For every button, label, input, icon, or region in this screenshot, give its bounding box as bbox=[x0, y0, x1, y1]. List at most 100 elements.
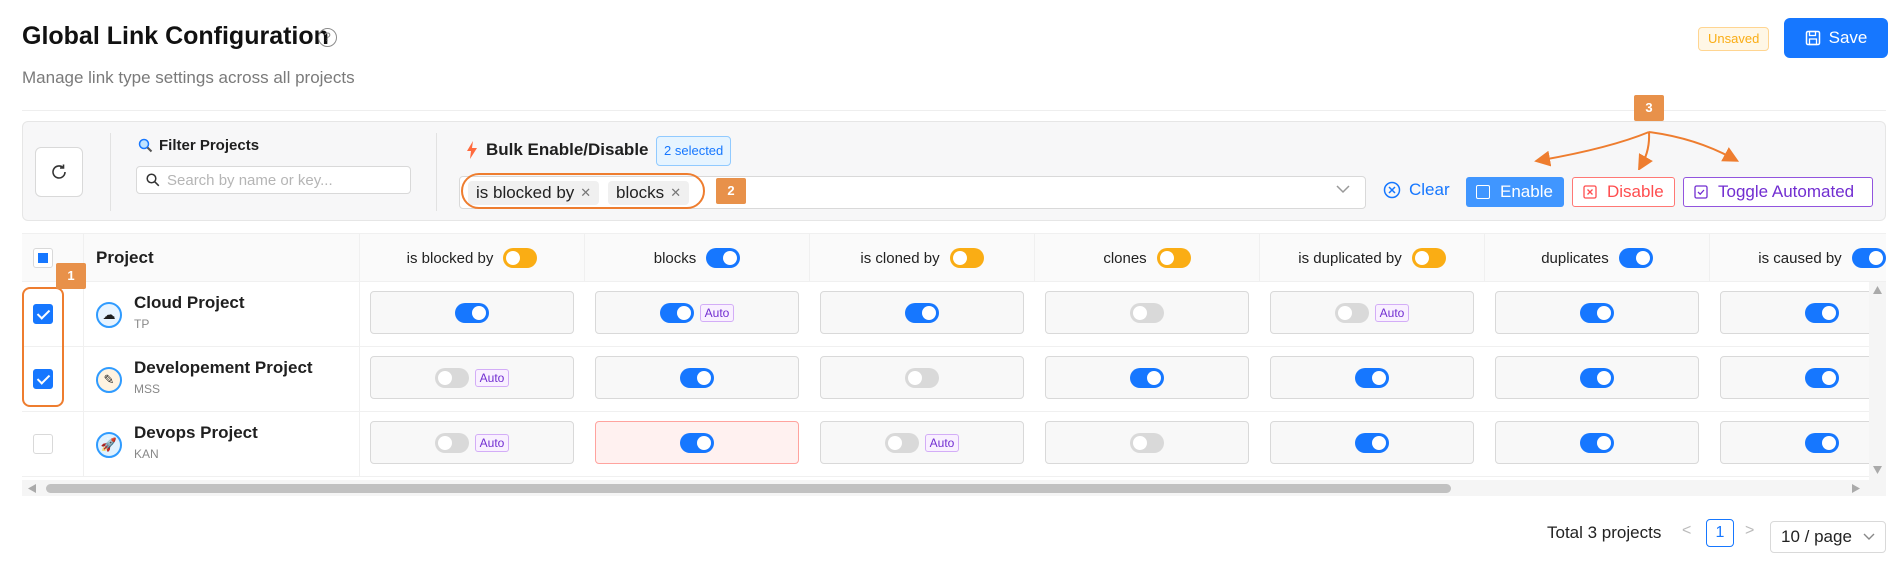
link-toggle-cell bbox=[1720, 291, 1886, 334]
page-size-select[interactable]: 10 / page bbox=[1770, 521, 1886, 553]
link-toggle-cell bbox=[1720, 421, 1886, 464]
link-toggle-cell bbox=[595, 356, 799, 399]
link-toggle-switch[interactable] bbox=[1130, 302, 1164, 323]
save-icon bbox=[1805, 30, 1820, 46]
link-toggle-switch[interactable] bbox=[1130, 367, 1164, 388]
table-row: 🚀 Devops Project KAN Auto Auto bbox=[22, 412, 1886, 477]
link-toggle-cell bbox=[595, 421, 799, 464]
toolbar-divider bbox=[436, 133, 437, 211]
total-count: Total 3 projects bbox=[1547, 523, 1662, 542]
column-header-label: is duplicated by bbox=[1298, 249, 1402, 267]
refresh-button[interactable] bbox=[35, 147, 83, 197]
question-circle-icon[interactable]: ? bbox=[318, 28, 337, 47]
scroll-left-icon[interactable] bbox=[28, 484, 36, 493]
link-toggle-switch[interactable] bbox=[884, 432, 919, 453]
page-subtitle: Manage link type settings across all pro… bbox=[22, 68, 355, 87]
link-toggle-switch[interactable] bbox=[659, 302, 694, 323]
pagination-page-1[interactable]: 1 bbox=[1706, 519, 1734, 547]
save-button[interactable]: Save bbox=[1784, 18, 1888, 58]
auto-badge: Auto bbox=[474, 368, 510, 387]
annotation-marker-3: 3 bbox=[1634, 95, 1664, 121]
project-avatar: ✎ bbox=[96, 367, 122, 393]
link-toggle-switch[interactable] bbox=[1355, 432, 1389, 453]
project-cell: 🚀 Devops Project KAN bbox=[84, 412, 360, 476]
project-name[interactable]: Devops Project bbox=[134, 423, 258, 443]
scroll-right-icon[interactable] bbox=[1852, 484, 1860, 493]
link-toggle-cell bbox=[1270, 421, 1474, 464]
link-toggle-cell bbox=[1045, 356, 1249, 399]
enable-button[interactable]: Enable bbox=[1466, 177, 1564, 207]
link-toggle-cell: Auto bbox=[1270, 291, 1474, 334]
link-toggle-switch[interactable] bbox=[1355, 367, 1389, 388]
search-icon bbox=[138, 138, 153, 153]
column-header-label: duplicates bbox=[1541, 249, 1609, 267]
project-avatar: ☁ bbox=[96, 302, 122, 328]
column-header-label: is cloned by bbox=[860, 249, 940, 267]
selected-count-badge: 2 selected bbox=[656, 136, 732, 166]
project-cell: ☁ Cloud Project TP bbox=[84, 282, 360, 346]
column-header-label: clones bbox=[1103, 249, 1147, 267]
scroll-up-icon[interactable] bbox=[1873, 286, 1882, 294]
link-toggle-switch[interactable] bbox=[1334, 302, 1369, 323]
refresh-icon bbox=[52, 164, 66, 179]
row-checkbox[interactable] bbox=[33, 434, 53, 454]
link-toggle-cell bbox=[1270, 356, 1474, 399]
link-toggle-switch[interactable] bbox=[905, 367, 939, 388]
link-toggle-switch[interactable] bbox=[1805, 302, 1839, 323]
column-toggle-switch[interactable] bbox=[1851, 248, 1886, 268]
column-toggle-switch[interactable] bbox=[1411, 248, 1446, 268]
link-toggle-cell bbox=[1045, 291, 1249, 334]
select-all-checkbox[interactable] bbox=[33, 248, 53, 268]
project-name[interactable]: Developement Project bbox=[134, 358, 313, 378]
lightning-icon bbox=[467, 141, 477, 159]
search-input[interactable] bbox=[167, 171, 397, 189]
link-toggle-switch[interactable] bbox=[1580, 302, 1614, 323]
link-toggle-switch[interactable] bbox=[1805, 367, 1839, 388]
project-key: KAN bbox=[134, 447, 159, 461]
scroll-down-icon[interactable] bbox=[1873, 466, 1882, 474]
link-toggle-cell: Auto bbox=[820, 421, 1024, 464]
vertical-scrollbar[interactable] bbox=[1869, 282, 1886, 480]
link-toggle-switch[interactable] bbox=[434, 367, 469, 388]
link-toggle-switch[interactable] bbox=[1580, 367, 1614, 388]
chevron-down-icon[interactable] bbox=[1336, 184, 1350, 194]
close-square-icon bbox=[1583, 185, 1597, 199]
link-toggle-switch[interactable] bbox=[1805, 432, 1839, 453]
annotation-marker-2: 2 bbox=[716, 178, 746, 204]
link-toggle-switch[interactable] bbox=[905, 302, 939, 323]
link-toggle-switch[interactable] bbox=[434, 432, 469, 453]
column-header: is cloned by bbox=[810, 234, 1035, 282]
column-header-label: is blocked by bbox=[406, 249, 494, 267]
link-toggle-cell bbox=[820, 291, 1024, 334]
project-name[interactable]: Cloud Project bbox=[134, 293, 245, 313]
column-header: is blocked by bbox=[360, 234, 585, 282]
auto-badge: Auto bbox=[924, 433, 960, 452]
project-link-table: Project is blocked by blocks is cloned by c… bbox=[22, 233, 1886, 496]
link-toggle-cell: Auto bbox=[370, 356, 574, 399]
column-toggle-switch[interactable] bbox=[1618, 248, 1653, 268]
link-toggle-switch[interactable] bbox=[1130, 432, 1164, 453]
link-toggle-switch[interactable] bbox=[455, 302, 489, 323]
project-key: TP bbox=[134, 317, 150, 331]
link-toggle-switch[interactable] bbox=[1580, 432, 1614, 453]
column-toggle-switch[interactable] bbox=[949, 248, 984, 268]
clear-button[interactable]: Clear bbox=[1383, 180, 1450, 200]
check-square-icon bbox=[1694, 185, 1708, 199]
column-toggle-switch[interactable] bbox=[706, 248, 741, 268]
column-toggle-switch[interactable] bbox=[1156, 248, 1191, 268]
disable-button[interactable]: Disable bbox=[1572, 177, 1675, 207]
unsaved-badge: Unsaved bbox=[1698, 27, 1770, 51]
horizontal-scroll-thumb[interactable] bbox=[46, 484, 1451, 493]
link-toggle-cell: Auto bbox=[370, 421, 574, 464]
link-toggle-switch[interactable] bbox=[680, 432, 714, 453]
search-input-wrapper[interactable] bbox=[136, 166, 411, 194]
table-header: Project is blocked by blocks is cloned by c… bbox=[22, 234, 1886, 282]
toggle-automated-button[interactable]: Toggle Automated bbox=[1683, 177, 1873, 207]
column-header: is caused by bbox=[1710, 234, 1886, 282]
pagination-next-icon[interactable]: > bbox=[1745, 522, 1754, 540]
project-key: MSS bbox=[134, 382, 161, 396]
pagination-prev-icon[interactable]: < bbox=[1682, 522, 1691, 540]
link-toggle-switch[interactable] bbox=[680, 367, 714, 388]
bulk-label: Bulk Enable/Disable bbox=[466, 140, 649, 160]
column-toggle-switch[interactable] bbox=[503, 248, 538, 268]
